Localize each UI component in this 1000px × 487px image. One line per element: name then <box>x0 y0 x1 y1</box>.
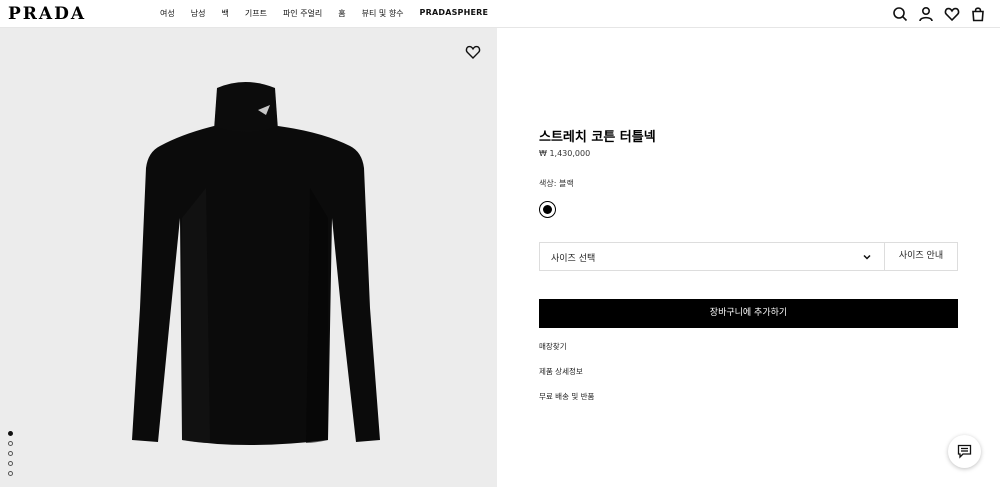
nav-item-fine-jewelry[interactable]: 파인 주얼리 <box>283 8 322 19</box>
gallery-dot[interactable] <box>8 461 13 466</box>
product-details-link[interactable]: 제품 상세정보 <box>539 366 583 377</box>
nav-item-gifts[interactable]: 기프트 <box>245 8 267 19</box>
bag-icon[interactable] <box>970 6 986 22</box>
nav-item-pradasphere[interactable]: PRADASPHERE <box>420 8 489 19</box>
chevron-down-icon <box>863 254 871 260</box>
shipping-returns-link[interactable]: 무료 배송 및 반품 <box>539 391 594 402</box>
gallery-dot[interactable] <box>8 441 13 446</box>
product-details: 스트레치 코튼 터틀넥 ₩ 1,430,000 색상: 블랙 사이즈 선택 사이… <box>539 28 959 487</box>
size-guide-button[interactable]: 사이즈 안내 <box>885 243 957 270</box>
main-nav: 여성 남성 백 기프트 파인 주얼리 홈 뷰티 및 향수 PRADASPHERE <box>160 8 488 19</box>
product-title: 스트레치 코튼 터틀넥 <box>539 130 656 145</box>
color-label: 색상: 블랙 <box>539 179 574 188</box>
gallery-dot[interactable] <box>8 431 13 436</box>
header-actions <box>892 6 986 22</box>
nav-item-home[interactable]: 홈 <box>338 8 345 19</box>
product-gallery[interactable] <box>0 28 497 487</box>
nav-item-bags[interactable]: 백 <box>221 8 228 19</box>
nav-item-women[interactable]: 여성 <box>160 8 175 19</box>
gallery-dot[interactable] <box>8 471 13 476</box>
gallery-dot[interactable] <box>8 451 13 456</box>
product-image <box>132 82 380 445</box>
nav-item-men[interactable]: 남성 <box>191 8 206 19</box>
store-locator-link[interactable]: 매장찾기 <box>539 341 567 352</box>
brand-logo[interactable]: PRADA <box>8 4 86 24</box>
product-price: ₩ 1,430,000 <box>539 149 591 158</box>
nav-item-beauty-fragrance[interactable]: 뷰티 및 향수 <box>362 8 404 19</box>
search-icon[interactable] <box>892 6 908 22</box>
chat-button[interactable] <box>948 435 981 468</box>
chat-icon <box>957 444 972 459</box>
add-to-cart-button[interactable]: 장바구니에 추가하기 <box>539 299 958 328</box>
site-header: PRADA 여성 남성 백 기프트 파인 주얼리 홈 뷰티 및 향수 PRADA… <box>0 0 1000 28</box>
heart-icon[interactable] <box>465 44 481 60</box>
size-dropdown[interactable]: 사이즈 선택 <box>540 243 885 270</box>
account-icon[interactable] <box>918 6 934 22</box>
wishlist-icon[interactable] <box>944 6 960 22</box>
swatch-fill <box>543 205 552 214</box>
size-selector-row: 사이즈 선택 사이즈 안내 <box>539 242 958 271</box>
color-swatch-black[interactable] <box>539 201 556 218</box>
gallery-pagination <box>8 431 13 476</box>
size-dropdown-label: 사이즈 선택 <box>551 254 596 264</box>
